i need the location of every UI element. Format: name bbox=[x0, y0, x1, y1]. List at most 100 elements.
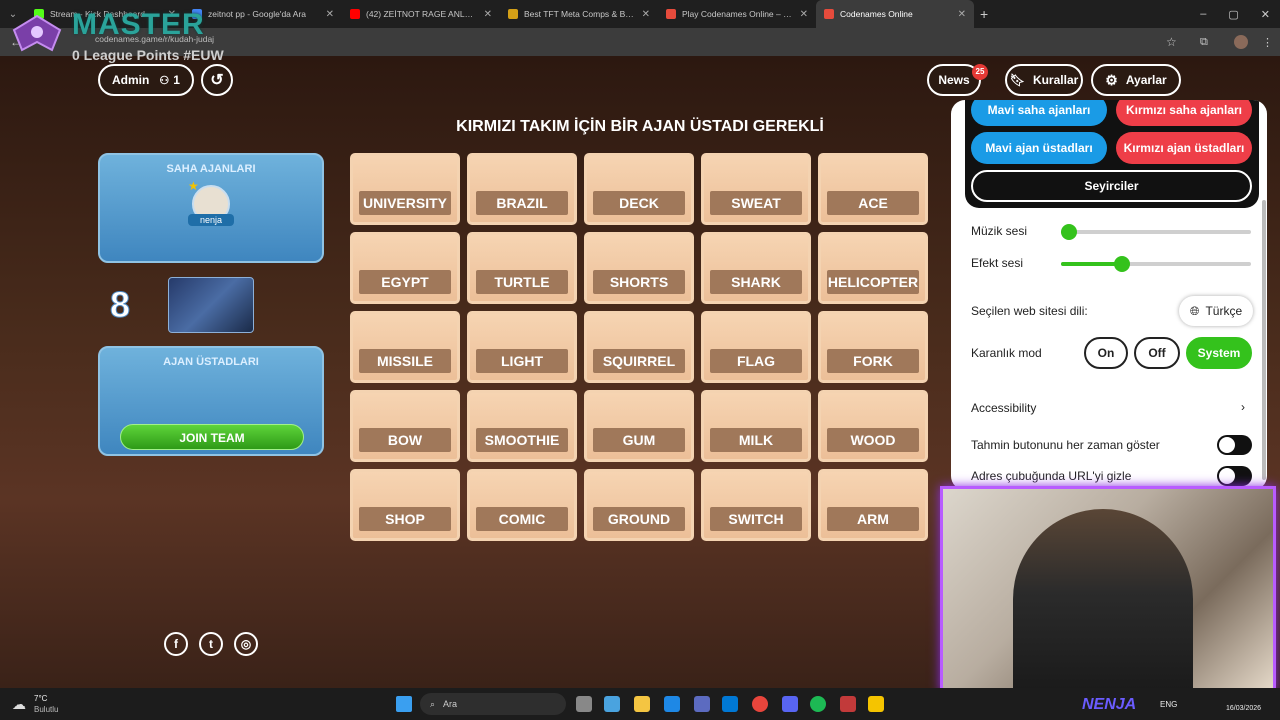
rank-emblem-icon bbox=[12, 14, 62, 52]
word-card-label: DECK bbox=[593, 191, 685, 215]
browser-tab[interactable]: (42) ZEİTNOT RAGE ANLARI #5 ✕ bbox=[342, 0, 500, 28]
browser-tab[interactable]: Play Codenames Online – Free ✕ bbox=[658, 0, 816, 28]
word-card[interactable]: GUM bbox=[584, 390, 694, 462]
word-card[interactable]: SHOP bbox=[350, 469, 460, 541]
close-tab-icon[interactable]: ✕ bbox=[800, 9, 808, 20]
effect-volume-label: Efekt sesi bbox=[971, 256, 1024, 270]
admin-button[interactable]: Admin ⚇ 1 bbox=[98, 64, 194, 96]
dark-mode-off[interactable]: Off bbox=[1134, 337, 1180, 369]
minimize-button[interactable]: – bbox=[1200, 8, 1206, 21]
extensions-icon[interactable]: ⧉ bbox=[1200, 36, 1208, 49]
accessibility-link[interactable]: Accessibility bbox=[971, 401, 1036, 415]
word-card[interactable]: ACE bbox=[818, 153, 928, 225]
browser-menu-icon[interactable]: ⋮ bbox=[1262, 36, 1273, 49]
spotify-icon[interactable] bbox=[810, 696, 826, 712]
language-indicator: ENG bbox=[1160, 700, 1178, 709]
taskbar-search[interactable]: ⌕ Ara bbox=[420, 693, 566, 715]
word-card[interactable]: SWEAT bbox=[701, 153, 811, 225]
red-operatives-button[interactable]: Kırmızı saha ajanları bbox=[1116, 100, 1252, 126]
streamer-silhouette bbox=[1013, 509, 1193, 695]
instagram-icon[interactable]: ◎ bbox=[234, 632, 258, 656]
word-card[interactable]: COMIC bbox=[467, 469, 577, 541]
close-tab-icon[interactable]: ✕ bbox=[642, 9, 650, 20]
twitter-icon[interactable]: t bbox=[199, 632, 223, 656]
start-button[interactable] bbox=[396, 696, 412, 712]
facebook-icon[interactable]: f bbox=[164, 632, 188, 656]
store-icon[interactable] bbox=[694, 696, 710, 712]
word-card-label: LIGHT bbox=[476, 349, 568, 373]
close-tab-icon[interactable]: ✕ bbox=[958, 9, 966, 20]
stream-watermark: NENJA bbox=[1082, 696, 1137, 713]
word-grid: UNIVERSITY BRAZIL DECK SWEAT ACE EGYPT TURTLE S… bbox=[350, 153, 930, 543]
word-card[interactable]: SQUIRREL bbox=[584, 311, 694, 383]
word-card[interactable]: SHORTS bbox=[584, 232, 694, 304]
word-card[interactable]: ARM bbox=[818, 469, 928, 541]
music-slider-knob[interactable] bbox=[1061, 224, 1077, 240]
word-card[interactable]: TURTLE bbox=[467, 232, 577, 304]
search-label: Ara bbox=[443, 699, 458, 709]
riot-client-icon[interactable] bbox=[840, 696, 856, 712]
dark-mode-on[interactable]: On bbox=[1084, 337, 1128, 369]
effect-slider-knob[interactable] bbox=[1113, 256, 1130, 272]
chrome-icon[interactable] bbox=[752, 696, 768, 712]
scrollbar[interactable] bbox=[1262, 200, 1266, 480]
word-card-label: BRAZIL bbox=[476, 191, 568, 215]
word-card[interactable]: UNIVERSITY bbox=[350, 153, 460, 225]
word-card[interactable]: BRAZIL bbox=[467, 153, 577, 225]
effect-volume-slider[interactable] bbox=[1061, 256, 1251, 272]
music-volume-slider[interactable] bbox=[1061, 224, 1251, 240]
show-guess-toggle[interactable] bbox=[1217, 435, 1252, 455]
profile-avatar[interactable] bbox=[1234, 35, 1248, 49]
settings-button[interactable]: ⚙ Ayarlar bbox=[1091, 64, 1181, 96]
word-card[interactable]: DECK bbox=[584, 153, 694, 225]
task-view-icon[interactable] bbox=[576, 696, 592, 712]
word-card[interactable]: MILK bbox=[701, 390, 811, 462]
word-card[interactable]: FORK bbox=[818, 311, 928, 383]
hide-url-toggle[interactable] bbox=[1217, 466, 1252, 486]
word-card[interactable]: SMOOTHIE bbox=[467, 390, 577, 462]
close-tab-icon[interactable]: ✕ bbox=[326, 9, 334, 20]
red-spymasters-button[interactable]: Kırmızı ajan üstadları bbox=[1116, 132, 1252, 164]
weather-temp: 7°C bbox=[34, 694, 48, 703]
word-card-label: UNIVERSITY bbox=[359, 191, 451, 215]
word-card[interactable]: GROUND bbox=[584, 469, 694, 541]
word-card[interactable]: FLAG bbox=[701, 311, 811, 383]
new-tab-button[interactable]: + bbox=[980, 6, 988, 22]
spectators-button[interactable]: Seyirciler bbox=[971, 170, 1252, 202]
word-card-label: MISSILE bbox=[359, 349, 451, 373]
word-card[interactable]: BOW bbox=[350, 390, 460, 462]
word-card-label: SHORTS bbox=[593, 270, 685, 294]
rank-subtitle: 0 League Points #EUW bbox=[72, 47, 224, 63]
maximize-button[interactable]: ▢ bbox=[1228, 8, 1238, 21]
join-team-button[interactable]: JOIN TEAM bbox=[120, 424, 304, 450]
blue-operatives-button[interactable]: Mavi saha ajanları bbox=[971, 100, 1107, 126]
browser-tab[interactable]: Codenames Online ✕ bbox=[816, 0, 974, 28]
word-card[interactable]: SHARK bbox=[701, 232, 811, 304]
league-icon[interactable] bbox=[868, 696, 884, 712]
word-card[interactable]: HELICOPTER bbox=[818, 232, 928, 304]
dark-mode-system[interactable]: System bbox=[1186, 337, 1252, 369]
word-card[interactable]: EGYPT bbox=[350, 232, 460, 304]
browser-tab[interactable]: zeitnot pp - Google'da Ara ✕ bbox=[184, 0, 342, 28]
browser-tab[interactable]: Best TFT Meta Comps & Builds ✕ bbox=[500, 0, 658, 28]
edge-icon[interactable] bbox=[664, 696, 680, 712]
reset-button[interactable]: ↺ bbox=[201, 64, 233, 96]
blue-spymasters-button[interactable]: Mavi ajan üstadları bbox=[971, 132, 1107, 164]
discord-icon[interactable] bbox=[782, 696, 798, 712]
widgets-icon[interactable] bbox=[604, 696, 620, 712]
game-headline: KIRMIZI TAKIM İÇİN BİR AJAN ÜSTADI GEREK… bbox=[456, 118, 824, 135]
word-card[interactable]: SWITCH bbox=[701, 469, 811, 541]
file-explorer-icon[interactable] bbox=[634, 696, 650, 712]
close-tab-icon[interactable]: ✕ bbox=[484, 9, 492, 20]
language-select[interactable]: 🌐︎ Türkçe bbox=[1179, 296, 1253, 326]
bookmark-star-icon[interactable]: ☆ bbox=[1166, 35, 1177, 49]
globe-icon: 🌐︎ bbox=[1189, 303, 1200, 318]
word-card[interactable]: LIGHT bbox=[467, 311, 577, 383]
word-card-label: COMIC bbox=[476, 507, 568, 531]
spymasters-title: AJAN ÜSTADLARI bbox=[163, 356, 259, 368]
mail-icon[interactable] bbox=[722, 696, 738, 712]
word-card[interactable]: MISSILE bbox=[350, 311, 460, 383]
rules-button[interactable]: 🔖︎ Kurallar bbox=[1005, 64, 1083, 96]
word-card[interactable]: WOOD bbox=[818, 390, 928, 462]
close-window-button[interactable]: ✕ bbox=[1261, 8, 1270, 21]
